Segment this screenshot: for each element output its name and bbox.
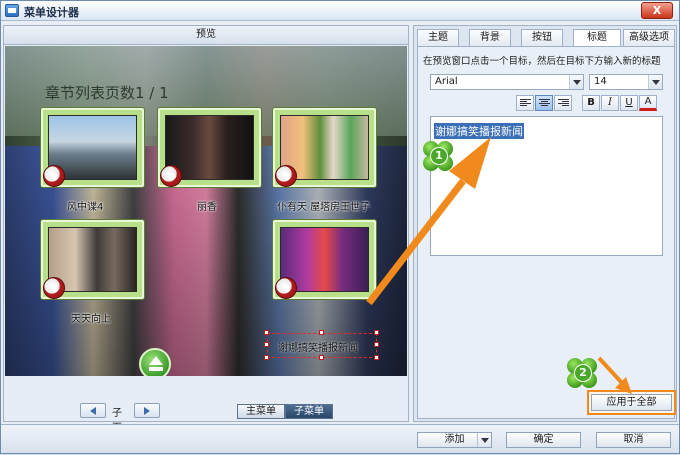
add-button[interactable]: 添加 [417, 432, 492, 448]
cancel-button[interactable]: 取消 [596, 432, 671, 448]
step-badge-2: 2 [567, 358, 597, 388]
step-badge-1: 1 [423, 141, 453, 171]
menu-designer-window: 菜单设计器 X 预览 章节列表页数1 / 1 风中谍4 丽香 仆有天 屋塔房王世… [0, 0, 680, 454]
arrowhead-1 [449, 137, 491, 189]
ok-button[interactable]: 确定 [506, 432, 581, 448]
bottom-bar: 添加 确定 取消 [1, 424, 679, 453]
chevron-down-icon[interactable] [477, 433, 491, 447]
guide-arrow-2 [597, 356, 624, 385]
guide-arrow-1 [366, 178, 466, 306]
